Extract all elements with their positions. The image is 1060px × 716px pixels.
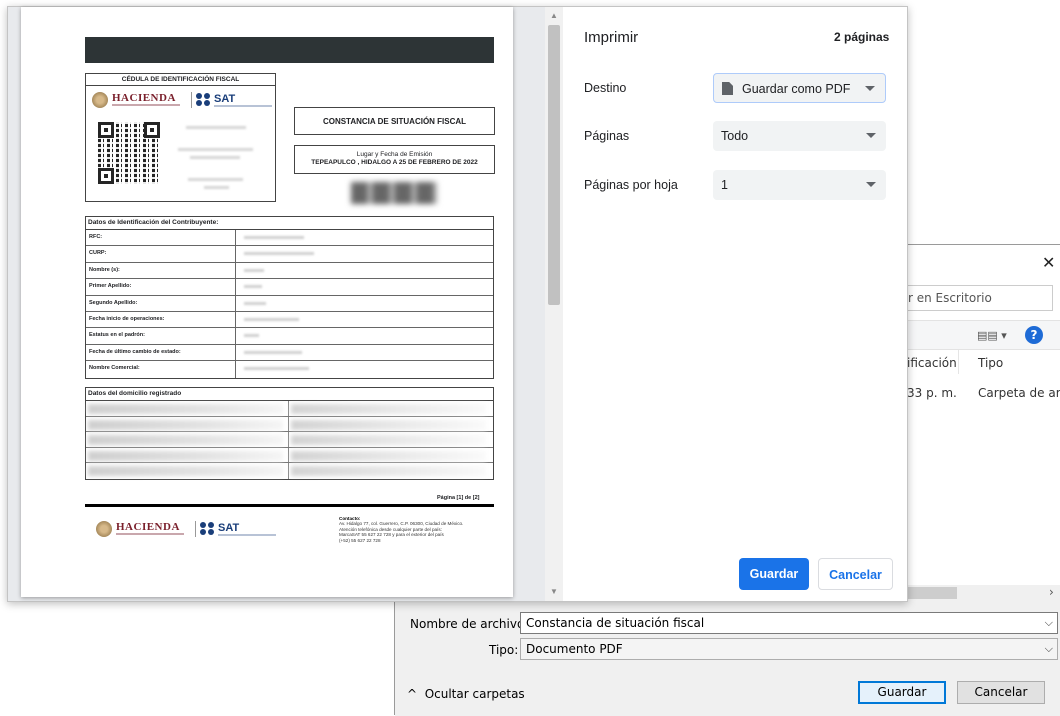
print-preview-area: CÉDULA DE IDENTIFICACIÓN FISCAL HACIENDA… [8,7,545,601]
field-label: CURP: [89,250,107,257]
chevron-up-icon: ^ [407,687,418,701]
type-label: Tipo: [489,643,519,657]
page-indicator: Página [1] de [2] [437,495,480,501]
print-settings-panel: Imprimir 2 páginas Destino Guardar como … [563,7,907,601]
sat-subtitle [214,105,272,107]
contact-title: Contacto: [339,516,361,521]
field-label: Nombre Comercial: [89,365,140,372]
pages-select[interactable]: Todo [713,121,886,151]
destination-value: Guardar como PDF [742,82,851,96]
domicilio-section: Datos del domicilio registrado [85,387,494,480]
preview-scrollbar[interactable]: ▲ ▼ [545,7,563,601]
domicilio-section-title: Datos del domicilio registrado [86,388,493,401]
redacted-text [190,156,240,159]
field-label: Nombre (s): [89,266,120,273]
scrollbar-thumb[interactable] [548,25,560,305]
hide-folders-label: Ocultar carpetas [424,687,525,701]
column-modified[interactable]: ificación [907,356,957,370]
dialog-toolbar: ▤▤ ▾ ? [907,320,1060,350]
help-icon[interactable]: ? [1025,326,1043,344]
save-button[interactable]: Guardar [739,558,809,590]
chevron-down-icon [866,182,876,187]
field-label: Primer Apellido: [89,283,132,290]
filename-field[interactable]: Constancia de situación fiscal ⌵ [520,612,1058,634]
seal-logo [92,92,108,108]
filename-value: Constancia de situación fiscal [526,616,705,630]
chevron-right-icon[interactable]: › [1049,585,1054,599]
hacienda-logo: HACIENDA [116,521,180,533]
cedula-box: CÉDULA DE IDENTIFICACIÓN FISCAL HACIENDA… [85,73,276,202]
redacted-text [178,148,253,151]
lugar-fecha-box: Lugar y Fecha de Emisión TEPEAPULCO , HI… [294,145,495,174]
hide-folders-toggle[interactable]: ^ Ocultar carpetas [407,687,525,701]
footer-rule [85,504,494,507]
ident-section: Datos de Identificación del Contribuyent… [85,216,494,379]
type-value: Documento PDF [526,642,623,656]
chevron-down-icon[interactable]: ⌵ [1045,642,1053,656]
preview-page: CÉDULA DE IDENTIFICACIÓN FISCAL HACIENDA… [21,7,513,597]
sat-logo-icon [200,522,216,536]
document-header-bar [85,37,494,63]
sat-logo-icon [196,93,212,107]
chevron-down-icon [866,133,876,138]
destination-select[interactable]: Guardar como PDF [713,73,886,103]
scroll-down-icon[interactable]: ▼ [550,587,558,596]
dialog-bottom-panel: Nombre de archivo: Constancia de situaci… [395,599,1060,716]
scroll-up-icon[interactable]: ▲ [550,11,558,20]
chevron-down-icon [865,86,875,91]
chevron-down-icon[interactable]: ⌵ [1045,616,1053,630]
row-type-cell[interactable]: Carpeta de arch [978,386,1060,400]
type-select[interactable]: Documento PDF ⌵ [520,638,1058,660]
close-icon[interactable]: ✕ [1042,253,1055,272]
pages-label: Páginas [584,129,630,143]
constancia-title: CONSTANCIA DE SITUACIÓN FISCAL [294,107,495,135]
hacienda-subtitle [112,104,180,106]
cedula-title: CÉDULA DE IDENTIFICACIÓN FISCAL [86,74,275,86]
hacienda-subtitle [116,533,184,535]
ident-section-title: Datos de Identificación del Contribuyent… [86,217,493,230]
pages-per-sheet-label: Páginas por hoja [584,178,678,192]
qr-code [98,122,160,184]
scrollbar-thumb[interactable] [907,587,957,599]
redacted-rfc [351,182,437,204]
page-count: 2 páginas [834,30,890,44]
save-button[interactable]: Guardar [858,681,946,704]
column-type[interactable]: Tipo [978,356,1003,370]
search-input[interactable]: car en Escritorio [893,285,1053,311]
destination-label: Destino [584,81,627,95]
sat-logo: SAT [214,93,236,105]
lugar-value: TEPEAPULCO , HIDALGO A 25 DE FEBRERO DE … [311,159,478,166]
cancel-button[interactable]: Cancelar [957,681,1045,704]
logos: HACIENDA SAT [92,92,272,110]
filename-label: Nombre de archivo: [410,617,529,631]
field-label: Estatus en el padrón: [89,332,145,339]
sat-logo: SAT [218,522,240,534]
field-label: RFC: [89,234,103,240]
lugar-label: Lugar y Fecha de Emisión [356,151,433,158]
print-dialog: CÉDULA DE IDENTIFICACIÓN FISCAL HACIENDA… [7,6,908,602]
column-separator [958,350,959,374]
redacted-text [204,186,229,189]
cancel-button[interactable]: Cancelar [818,558,893,590]
pages-value: Todo [721,129,749,143]
field-label: Segundo Apellido: [89,299,138,306]
field-label: Fecha de último cambio de estado: [89,348,181,355]
footer-logos: HACIENDA SAT [96,521,286,539]
pages-per-sheet-select[interactable]: 1 [713,170,886,200]
row-modified-cell[interactable]: 33 p. m. [907,386,957,400]
contact-line: (+52) 55 627 22 728 [339,537,381,543]
print-title: Imprimir [584,29,639,46]
hacienda-logo: HACIENDA [112,92,176,104]
pages-per-sheet-value: 1 [721,178,728,192]
document-icon [722,82,733,95]
seal-logo [96,521,112,537]
logo-separator [195,521,196,537]
redacted-text [186,126,246,129]
view-options-icon[interactable]: ▤▤ ▾ [977,329,1007,342]
logo-separator [191,92,192,108]
field-label: Fecha inicio de operaciones: [89,315,165,322]
redacted-text [188,178,243,181]
contact-info: Contacto: Av. Hidalgo 77, col. Guerrero,… [339,516,499,543]
sat-subtitle [218,534,276,536]
